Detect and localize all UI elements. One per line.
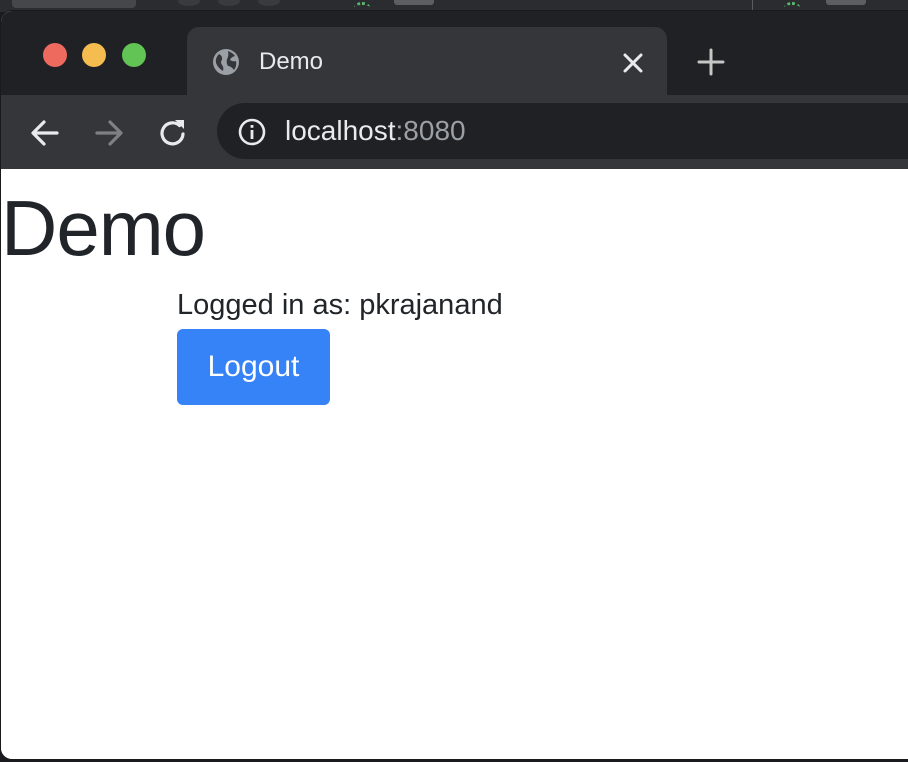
background-tab (12, 0, 136, 8)
close-icon[interactable] (619, 49, 647, 77)
page-title: Demo (1, 184, 206, 272)
logout-button[interactable]: Logout (177, 329, 330, 405)
tab-title: Demo (259, 48, 324, 75)
browser-window: Demo localhost:8080 Demo Logged in as: p… (0, 10, 908, 760)
url-port: :8080 (395, 115, 466, 146)
logged-in-status: Logged in as: pkrajanand (177, 289, 503, 321)
page-content: Demo Logged in as: pkrajanand Logout (1, 169, 908, 759)
window-minimize-button[interactable] (82, 43, 106, 67)
address-bar[interactable]: localhost:8080 (217, 103, 908, 159)
window-close-button[interactable] (43, 43, 67, 67)
plus-icon[interactable] (695, 46, 727, 78)
background-dot (218, 0, 240, 6)
window-maximize-button[interactable] (122, 43, 146, 67)
arrow-left-icon[interactable] (29, 117, 61, 149)
title-bar: Demo (1, 11, 908, 99)
globe-icon (211, 47, 241, 77)
arrow-right-icon[interactable] (93, 117, 125, 149)
tab-demo[interactable]: Demo (187, 27, 667, 99)
background-text (826, 0, 866, 5)
url-text: localhost:8080 (285, 115, 466, 147)
background-dot (178, 0, 200, 6)
info-icon[interactable] (237, 117, 267, 147)
browser-toolbar: localhost:8080 (1, 95, 908, 169)
background-dot (258, 0, 280, 6)
url-host: localhost (285, 115, 396, 146)
reload-icon[interactable] (157, 117, 189, 149)
background-text (394, 0, 434, 5)
